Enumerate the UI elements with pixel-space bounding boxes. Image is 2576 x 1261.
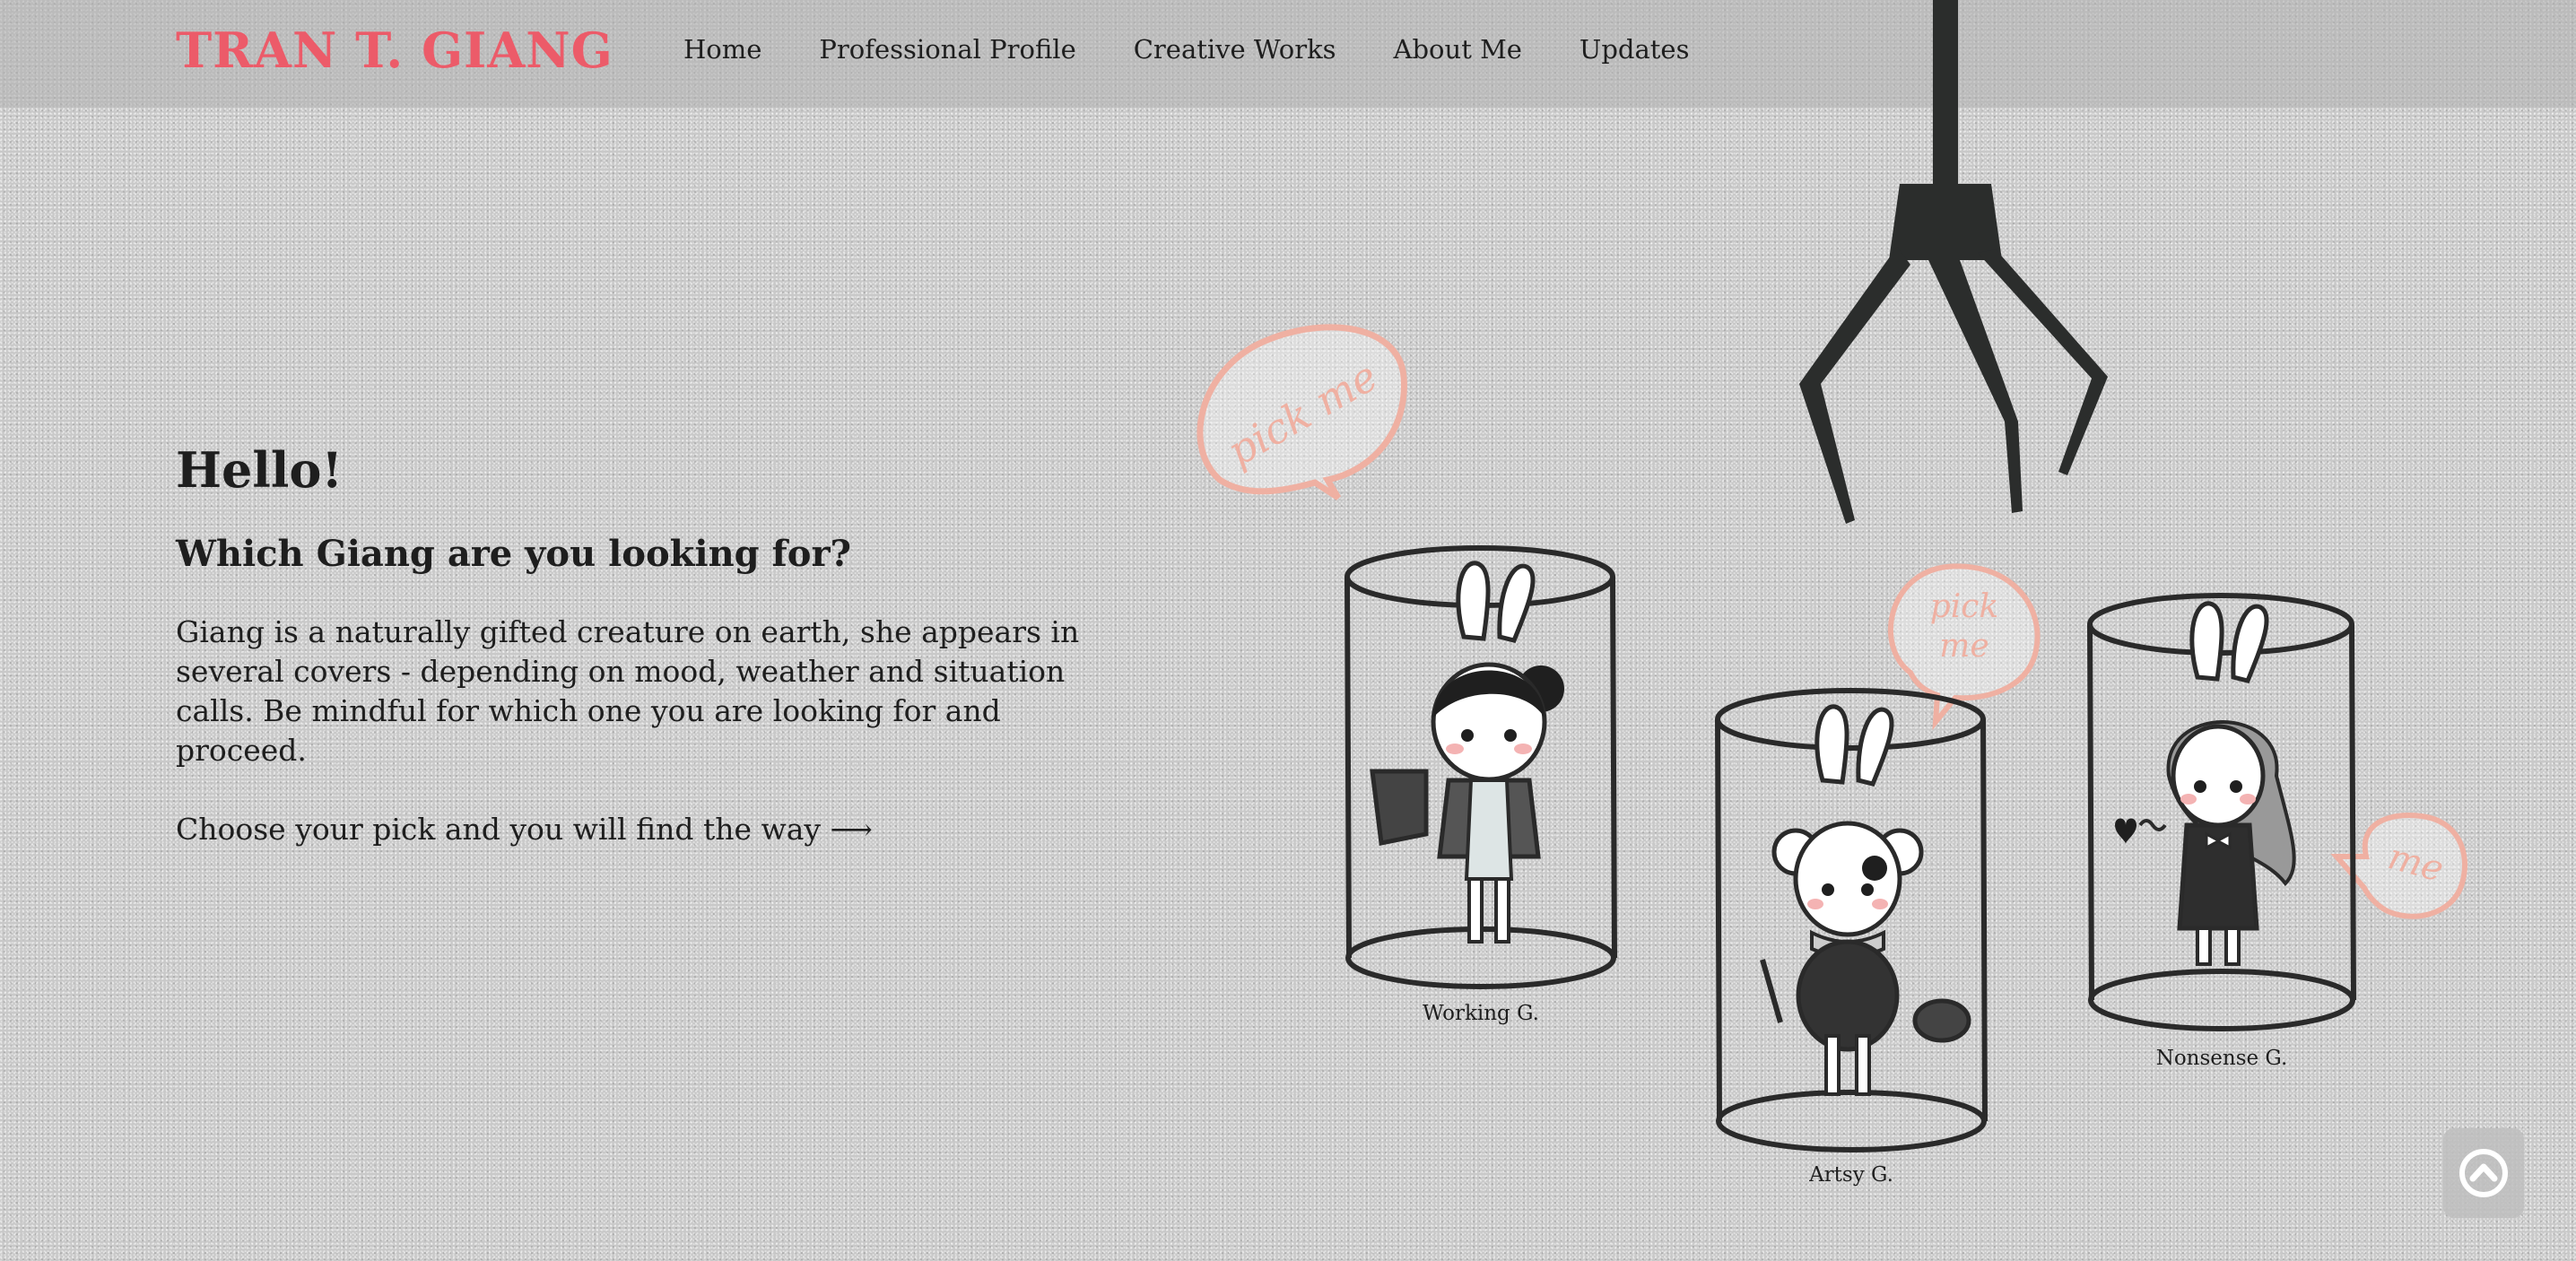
nav-home[interactable]: Home xyxy=(683,34,761,65)
working-g-capsule[interactable]: Working G. xyxy=(1345,545,1617,1025)
artsy-g-label[interactable]: Artsy G. xyxy=(1808,1163,1893,1187)
hero-greeting: Hello! xyxy=(176,441,344,499)
working-g-bunny-icon xyxy=(1370,563,1564,944)
hero-intro: Giang is a naturally gifted creature on … xyxy=(176,614,1080,768)
back-to-top-button[interactable] xyxy=(2443,1128,2524,1218)
nav-creative-works[interactable]: Creative Works xyxy=(1134,34,1336,65)
pick-me-bubble: pick me xyxy=(1197,324,1407,500)
artsy-g-bunny-icon xyxy=(1760,707,1971,1096)
working-g-label[interactable]: Working G. xyxy=(1423,1002,1539,1025)
nav-about-me[interactable]: About Me xyxy=(1394,34,1522,65)
hero-cta: Choose your pick and you will find the w… xyxy=(176,812,873,847)
nav-updates[interactable]: Updates xyxy=(1580,34,1690,65)
pick-bubble-text: pick xyxy=(1930,588,1999,625)
navbar: TRAN T. GIANG Home Professional Profile … xyxy=(0,0,2576,108)
pick-me-small-bubble: pick me xyxy=(1888,563,2041,731)
nav-professional-profile[interactable]: Professional Profile xyxy=(819,34,1075,65)
nonsense-g-capsule[interactable]: Nonsense G. xyxy=(2087,593,2356,1070)
artsy-g-capsule[interactable]: Artsy G. xyxy=(1715,688,1988,1187)
main-nav: Home Professional Profile Creative Works… xyxy=(683,34,1746,65)
hero-question: Which Giang are you looking for? xyxy=(176,533,851,575)
hero-section: Hello! Which Giang are you looking for? … xyxy=(176,441,1091,849)
nonsense-g-bunny-icon xyxy=(2115,604,2296,966)
pick-me-bubble-text: pick me xyxy=(1219,352,1386,475)
site-logo[interactable]: TRAN T. GIANG xyxy=(176,22,614,79)
chevron-up-icon xyxy=(2459,1149,2508,1197)
me-right-bubble-text: me xyxy=(2384,836,2448,890)
nonsense-g-label[interactable]: Nonsense G. xyxy=(2156,1047,2288,1070)
me-bubble-text: me xyxy=(1939,628,1989,665)
